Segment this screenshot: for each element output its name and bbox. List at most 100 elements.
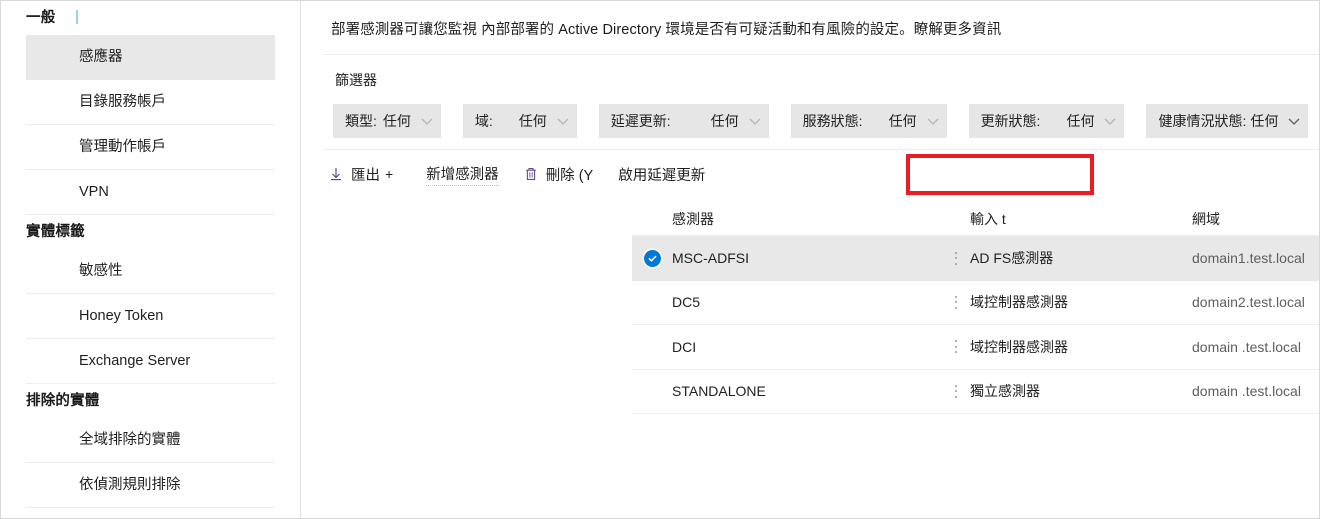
sidebar-item-vpn[interactable]: VPN <box>26 170 275 215</box>
filter-divider <box>323 149 1319 150</box>
sidebar-item-label: 敏感性 <box>79 263 123 279</box>
sidebar-item-label: Exchange Server <box>79 353 191 369</box>
sidebar-group-title-excluded-entities: 排除的實體 <box>26 393 100 409</box>
kebab-menu-icon <box>955 295 957 309</box>
row-more-actions-button[interactable] <box>942 295 970 309</box>
sidebar-item-honey-token[interactable]: Honey Token <box>26 294 275 339</box>
app-screen: 一般 感應器 目錄服務帳戶 管理動作帳戶 VPN 實體標籤 敏感性 Honey … <box>0 0 1320 519</box>
sidebar-item-label: 依偵測規則排除 <box>79 477 181 493</box>
export-label: 匯出 <box>351 167 380 184</box>
export-plus-label: + <box>385 166 394 182</box>
chevron-down-icon <box>1288 118 1300 125</box>
sidebar-item-label: 目錄服務帳戶 <box>79 94 166 110</box>
table-header-row: 感測器 輸入 t 網域 版本 延遲更新 <box>632 203 1319 236</box>
cell-domain: domain .test.local <box>1192 383 1301 400</box>
enable-delayed-update-button[interactable]: 啟用延遲更新 <box>618 156 705 192</box>
sidebar-item-management-action-accounts[interactable]: 管理動作帳戶 <box>26 125 275 170</box>
description-product-name: Active Directory <box>558 22 662 38</box>
learn-more-link[interactable]: 瞭解更多資訊 <box>914 22 1002 38</box>
add-sensor-button[interactable]: 新增感測器 <box>426 156 499 192</box>
delete-button[interactable]: 刪除 (Y <box>523 156 594 192</box>
trash-icon <box>525 168 536 180</box>
sensors-table: 感測器 輸入 t 網域 版本 延遲更新 MSC-ADFSI AD FS感測器 <box>632 203 1319 414</box>
sidebar-group-title-notifications: Notifications <box>1 508 300 518</box>
table-row[interactable]: MSC-ADFSI AD FS感測器 domain1.test.local 2.… <box>632 236 1319 281</box>
chevron-down-icon <box>927 118 939 125</box>
chevron-down-icon <box>749 118 761 125</box>
command-bar: 匯出 + 新增感測器 刪除 (Y 啟用延遲更新 <box>322 156 705 192</box>
sidebar-item-label: Honey Token <box>79 308 164 324</box>
row-select-checkbox[interactable] <box>632 249 672 267</box>
sidebar-item-label: 全域排除的實體 <box>79 432 181 448</box>
filter-chip-health-status[interactable]: 健康情況狀態: 任何 <box>1146 104 1309 138</box>
sidebar-item-global-excluded-entities[interactable]: 全域排除的實體 <box>26 418 275 463</box>
filter-key: 健康情況狀態: <box>1158 113 1247 129</box>
filter-chip-delayed-update[interactable]: 延遲更新: 任何 <box>598 104 769 138</box>
filter-value: 任何 <box>518 113 547 129</box>
row-more-actions-button[interactable] <box>942 340 970 354</box>
sidebar-item-exchange-server[interactable]: Exchange Server <box>26 339 275 384</box>
page-description: 部署感測器可讓您監視 內部部署的 Active Directory 環境是否有可… <box>331 18 1001 39</box>
cell-sensor-name: MSC-ADFSI <box>672 250 749 267</box>
sidebar-group-title-general: 一般 <box>26 10 56 26</box>
filters-label: 篩選器 <box>335 72 377 88</box>
enable-delayed-update-label: 啟用延遲更新 <box>618 167 706 184</box>
column-header-type[interactable]: 輸入 t <box>970 209 1192 229</box>
sidebar-item-sensitivity[interactable]: 敏感性 <box>26 249 275 294</box>
kebab-menu-icon <box>955 251 957 265</box>
checkmark-icon <box>643 249 661 267</box>
cell-sensor-name: DCI <box>672 338 697 355</box>
column-header-sensor[interactable]: 感測器 <box>672 209 942 229</box>
sidebar-item-directory-service-accounts[interactable]: 目錄服務帳戶 <box>26 80 275 125</box>
filter-bar: 類型: 任何 域: 任何 延遲更新: 任何 服務狀態: 任何 更新狀態: 任何 … <box>333 104 1319 138</box>
description-part2: 環境是否有可疑活動和有風險的設定。 <box>661 22 914 38</box>
row-more-actions-button[interactable] <box>942 251 970 265</box>
filter-chip-update-status[interactable]: 更新狀態: 任何 <box>968 104 1125 138</box>
filter-key: 域: <box>474 113 493 129</box>
cell-sensor-type: 域控制器感測器 <box>970 294 1068 311</box>
cell-sensor-type: 獨立感測器 <box>970 383 1040 400</box>
delete-label: 刪除 (Y <box>545 167 594 184</box>
sidebar-item-exclude-by-detection-rule[interactable]: 依偵測規則排除 <box>26 463 275 508</box>
description-part1: 部署感測器可讓您監視 內部部署的 <box>331 22 559 38</box>
filter-key: 類型: <box>345 113 377 129</box>
chevron-down-icon <box>421 118 433 125</box>
row-more-actions-button[interactable] <box>942 384 970 398</box>
add-sensor-label: 新增感測器 <box>426 163 499 186</box>
sensors-pane: 部署感測器可讓您監視 內部部署的 Active Directory 環境是否有可… <box>302 1 1319 518</box>
filter-chip-type[interactable]: 類型: 任何 <box>333 104 441 138</box>
cell-domain: domain1.test.local <box>1192 250 1305 267</box>
filter-chip-service-status[interactable]: 服務狀態: 任何 <box>790 104 947 138</box>
filter-value: 任何 <box>382 113 411 129</box>
filter-value: 任何 <box>710 113 739 129</box>
cell-sensor-name: DC5 <box>672 294 701 311</box>
kebab-menu-icon <box>955 384 957 398</box>
chevron-down-icon <box>1104 118 1116 125</box>
group-expand-indicator-icon <box>76 10 78 24</box>
highlight-annotation-box <box>906 154 1094 195</box>
table-row[interactable]: DCI 域控制器感測器 domain .test.local 2.177.151… <box>632 325 1319 370</box>
chevron-down-icon <box>557 118 569 125</box>
export-button[interactable]: 匯出 + <box>328 156 393 192</box>
table-row[interactable]: DC5 域控制器感測器 domain2.test.local 2.177.151… <box>632 281 1319 325</box>
cell-sensor-type: AD FS感測器 <box>970 250 1054 267</box>
filter-value: 任何 <box>888 113 917 129</box>
filter-value: 任何 <box>1066 113 1095 129</box>
filter-key: 更新狀態: <box>980 113 1041 129</box>
filter-value: 任何 <box>1250 113 1279 129</box>
table-row[interactable]: STANDALONE 獨立感測器 domain .test.local 2.17… <box>632 370 1319 414</box>
filter-chip-domain[interactable]: 域: 任何 <box>462 104 577 138</box>
column-header-domain[interactable]: 網域 <box>1192 209 1319 229</box>
sidebar-group-title-entity-tags: 實體標籤 <box>26 224 85 240</box>
sidebar-item-sensors[interactable]: 感應器 <box>26 35 275 80</box>
cell-sensor-type: 域控制器感測器 <box>970 338 1068 355</box>
settings-sidebar: 一般 感應器 目錄服務帳戶 管理動作帳戶 VPN 實體標籤 敏感性 Honey … <box>1 1 301 518</box>
filter-key: 延遲更新: <box>610 113 671 129</box>
sidebar-item-label: 管理動作帳戶 <box>79 139 166 155</box>
description-divider <box>323 54 1319 55</box>
sidebar-item-label: VPN <box>79 184 109 200</box>
filter-key: 服務狀態: <box>802 113 863 129</box>
cell-sensor-name: STANDALONE <box>672 383 766 400</box>
kebab-menu-icon <box>955 340 957 354</box>
download-icon <box>331 168 341 181</box>
